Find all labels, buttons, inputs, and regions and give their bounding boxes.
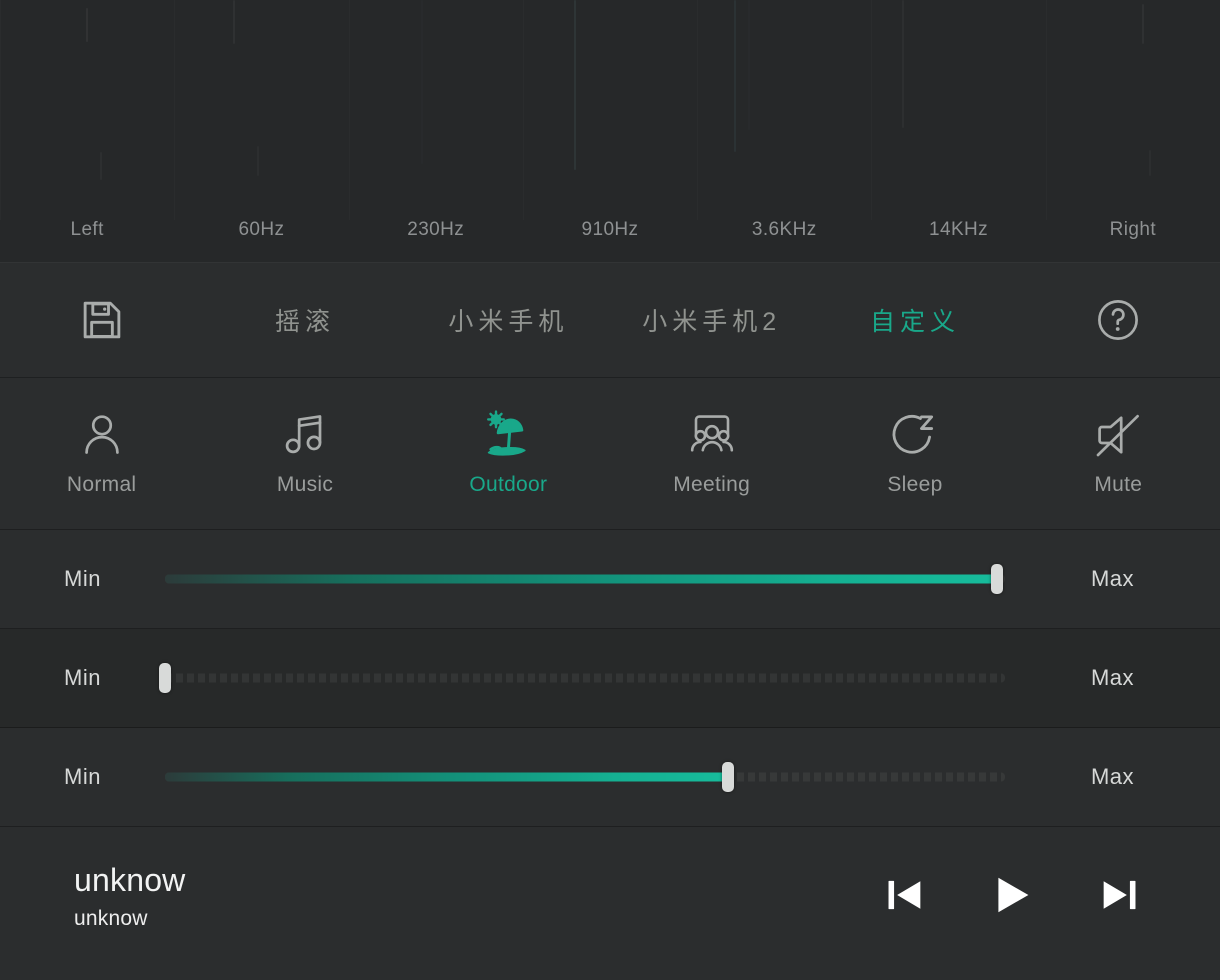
eq-column-divider <box>0 0 1 220</box>
speaker-muted-icon <box>1092 410 1144 460</box>
preset-row: 摇滚 小米手机 小米手机2 自定义 <box>0 262 1220 378</box>
track-artist: unknow <box>74 907 148 930</box>
help-button[interactable] <box>1017 263 1220 377</box>
preset-label: 小米手机2 <box>642 308 782 336</box>
eq-frequency-labels: Left 60Hz 230Hz 910Hz 3.6KHz 14KHz Right <box>0 218 1220 242</box>
mode-item-sleep[interactable]: Sleep <box>813 378 1016 529</box>
slider-min-label: Min <box>64 764 101 789</box>
beach-umbrella-sun-icon <box>480 410 536 460</box>
eq-band-bar <box>748 0 750 130</box>
eq-column-divider <box>697 0 698 220</box>
slider-track <box>165 673 1005 683</box>
eq-column-divider <box>349 0 350 220</box>
eq-band-bar <box>734 0 737 152</box>
next-button[interactable] <box>1092 868 1146 925</box>
slider-max-label: Max <box>1090 764 1135 789</box>
meeting-people-icon <box>686 410 738 460</box>
eq-label-14khz: 14KHz <box>929 219 989 240</box>
volume-slider-1[interactable] <box>165 559 1005 599</box>
slider-row-1: Min Max <box>0 530 1220 629</box>
preset-item-rock[interactable]: 摇滚 <box>203 263 406 377</box>
eq-band-bar <box>902 0 904 128</box>
slider-handle[interactable] <box>159 663 171 693</box>
save-preset-button[interactable] <box>0 263 203 377</box>
preset-item-custom[interactable]: 自定义 <box>813 263 1016 377</box>
mode-item-normal[interactable]: Normal <box>0 378 203 529</box>
slider-min-label: Min <box>64 665 101 690</box>
eq-column-divider <box>174 0 175 220</box>
mode-item-meeting[interactable]: Meeting <box>610 378 813 529</box>
volume-slider-3[interactable] <box>165 757 1005 797</box>
save-floppy-icon <box>79 297 125 343</box>
skip-next-icon <box>1096 872 1142 921</box>
track-title: unknow <box>74 862 186 898</box>
now-playing-info: unknow unknow <box>74 862 878 931</box>
eq-label-left: Left <box>70 219 104 240</box>
eq-band-bar <box>257 146 259 176</box>
mode-item-outdoor[interactable]: Outdoor <box>407 378 610 529</box>
mode-label: Sleep <box>887 473 943 496</box>
eq-label-60hz: 60Hz <box>238 219 285 240</box>
mode-label: Normal <box>66 473 137 496</box>
eq-band-bar <box>1149 150 1151 176</box>
player-bar: unknow unknow <box>0 827 1220 980</box>
eq-band-column[interactable] <box>523 0 697 220</box>
eq-band-bar <box>574 0 577 170</box>
preset-label: 摇滚 <box>274 308 335 336</box>
mode-item-mute[interactable]: Mute <box>1017 378 1220 529</box>
slider-max-label: Max <box>1090 566 1135 591</box>
slider-handle[interactable] <box>990 564 1003 594</box>
moon-sleep-icon <box>890 410 940 460</box>
music-note-icon <box>280 410 330 460</box>
equalizer-app: Left 60Hz 230Hz 910Hz 3.6KHz 14KHz Right… <box>0 0 1220 980</box>
volume-slider-2[interactable] <box>159 658 1005 698</box>
eq-band-bar <box>100 152 102 180</box>
mode-label: Meeting <box>673 473 751 496</box>
eq-band-column[interactable] <box>871 0 1045 220</box>
mode-item-music[interactable]: Music <box>203 378 406 529</box>
eq-band-bar <box>232 0 235 44</box>
eq-spectrum-area[interactable]: Left 60Hz 230Hz 910Hz 3.6KHz 14KHz Right <box>0 0 1220 262</box>
preset-item-xiaomi-phone-2[interactable]: 小米手机2 <box>610 263 813 377</box>
play-button[interactable] <box>984 867 1040 926</box>
eq-band-column[interactable] <box>0 0 174 220</box>
eq-column-divider <box>871 0 872 220</box>
person-icon <box>77 410 127 460</box>
sound-mode-row: Normal Music Outdoor Meeting Sleep Mute <box>0 378 1220 530</box>
eq-label-right: Right <box>1109 219 1156 240</box>
eq-column-divider <box>1046 0 1047 220</box>
preset-label: 小米手机 <box>448 308 569 336</box>
help-circle-icon <box>1094 296 1142 344</box>
eq-label-230hz: 230Hz <box>407 219 465 240</box>
slider-fill <box>165 772 728 782</box>
skip-previous-icon <box>882 872 928 921</box>
slider-row-2: Min Max <box>0 629 1220 728</box>
mode-label: Mute <box>1094 473 1143 496</box>
eq-column-divider <box>523 0 524 220</box>
eq-label-910hz: 910Hz <box>581 219 639 240</box>
slider-min-label: Min <box>64 566 101 591</box>
play-icon <box>988 871 1036 922</box>
player-controls <box>878 867 1146 926</box>
eq-band-column[interactable] <box>349 0 523 220</box>
previous-button[interactable] <box>878 868 932 925</box>
eq-label-3-6khz: 3.6KHz <box>751 219 817 240</box>
slider-fill <box>165 574 997 584</box>
eq-band-column[interactable] <box>1046 0 1220 220</box>
preset-label: 自定义 <box>869 308 960 336</box>
slider-row-3: Min Max <box>0 728 1220 827</box>
eq-band-columns <box>0 0 1220 220</box>
preset-item-xiaomi-phone[interactable]: 小米手机 <box>407 263 610 377</box>
eq-band-column[interactable] <box>697 0 871 220</box>
eq-band-bar <box>421 0 423 164</box>
eq-band-bar <box>86 8 89 42</box>
slider-max-label: Max <box>1090 665 1135 690</box>
mode-label: Music <box>276 473 334 496</box>
eq-band-bar <box>1142 4 1145 44</box>
eq-band-column[interactable] <box>174 0 348 220</box>
slider-handle[interactable] <box>721 762 734 792</box>
mode-label: Outdoor <box>469 473 548 496</box>
